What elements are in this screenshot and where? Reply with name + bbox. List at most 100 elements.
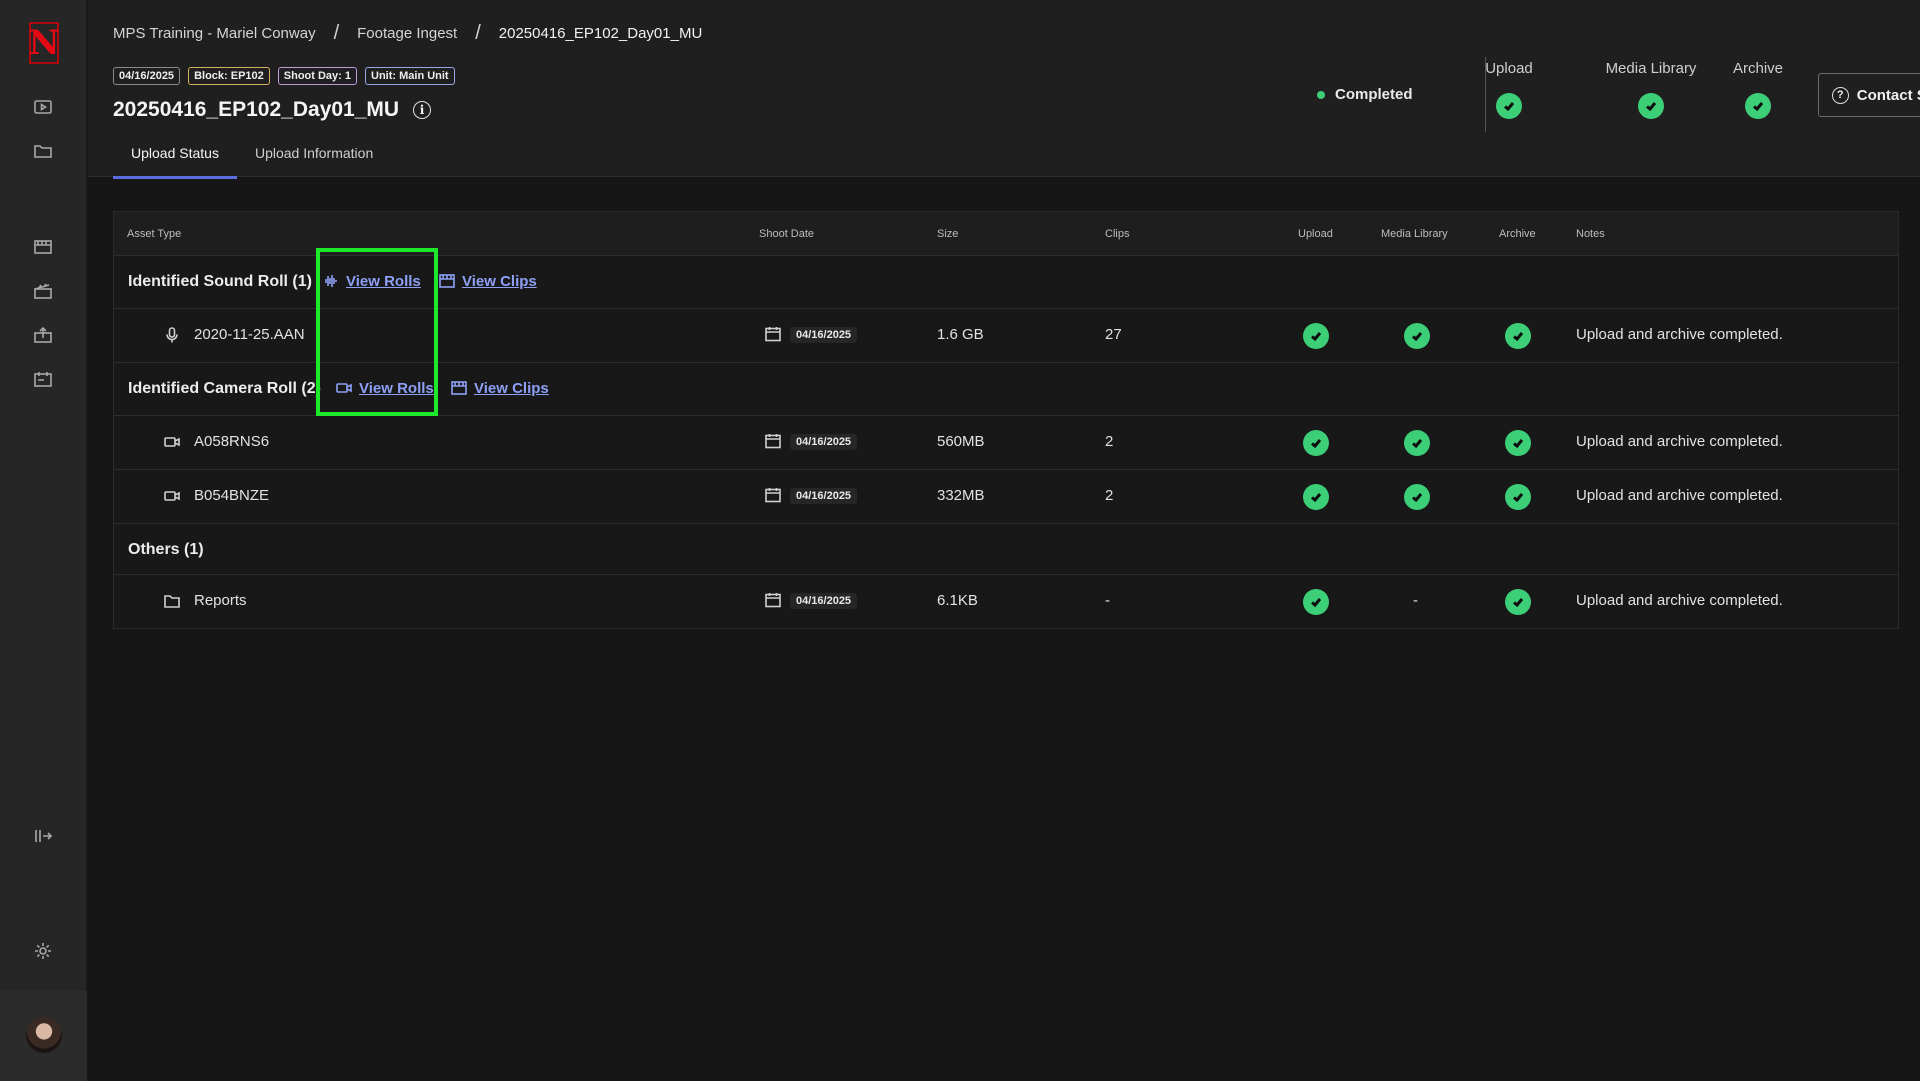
check-circle-icon: [1404, 323, 1430, 349]
sidebar: N: [0, 0, 87, 1081]
calendar-icon: [764, 591, 782, 614]
col-asset-type: Asset Type: [127, 228, 182, 240]
asset-name: Reports: [194, 592, 247, 609]
stage-archive-label: Archive: [1732, 60, 1784, 77]
tab-bar: Upload Status Upload Information: [113, 140, 391, 179]
date-tag: 04/16/2025: [113, 67, 181, 85]
asset-clips: 2: [1105, 487, 1114, 504]
check-circle-icon: [1505, 484, 1531, 510]
asset-name: A058RNS6: [194, 433, 270, 450]
group-label-others: Others (1): [128, 541, 204, 558]
view-clips-label: View Clips: [474, 379, 549, 397]
table-header: Asset Type Shoot Date Size Clips Upload …: [114, 212, 1898, 255]
page-title: 20250416_EP102_Day01_MU i: [113, 98, 432, 122]
folder-icon[interactable]: [32, 140, 54, 162]
table-row[interactable]: Reports 04/16/2025 6.1KB - - Upload and …: [114, 574, 1898, 628]
col-notes: Notes: [1576, 228, 1605, 240]
table-row[interactable]: 2020-11-25.AAN 04/16/2025 1.6 GB 27 Uplo…: [114, 308, 1898, 362]
netflix-logo[interactable]: N: [28, 22, 60, 64]
stage-media-library: Media Library: [1591, 60, 1711, 119]
microphone-icon: [163, 326, 183, 346]
status-label: Completed: [1335, 86, 1413, 103]
question-icon: ?: [1831, 86, 1849, 104]
metadata-tags: 04/16/2025 Block: EP102 Shoot Day: 1 Uni…: [113, 67, 455, 85]
asset-clips: -: [1105, 592, 1110, 609]
shoot-date-chip: 04/16/2025: [790, 488, 858, 504]
breadcrumb-project[interactable]: MPS Training - Mariel Conway: [113, 25, 316, 42]
shoot-date-chip: 04/16/2025: [790, 327, 858, 343]
view-rolls-sound-link[interactable]: View Rolls: [322, 272, 421, 290]
info-icon[interactable]: i: [413, 101, 432, 119]
play-square-icon[interactable]: [32, 96, 54, 118]
check-circle-icon: [1638, 93, 1664, 119]
group-row-sound: Identified Sound Roll (1) View Rolls Vie…: [114, 255, 1898, 308]
group-row-others: Others (1): [114, 523, 1898, 574]
col-shoot-date: Shoot Date: [759, 228, 815, 240]
check-circle-icon: [1505, 323, 1531, 349]
video-camera-icon: [336, 383, 352, 393]
table-row[interactable]: A058RNS6 04/16/2025 560MB 2 Upload and a…: [114, 415, 1898, 469]
user-panel: [0, 991, 87, 1081]
breadcrumb: MPS Training - Mariel Conway / Footage I…: [113, 22, 702, 45]
col-archive: Archive: [1499, 228, 1536, 240]
check-circle-icon: [1745, 93, 1771, 119]
view-rolls-label: View Rolls: [346, 272, 421, 290]
check-circle-icon: [1505, 589, 1531, 615]
check-circle-icon: [1303, 323, 1329, 349]
check-circle-icon: [1404, 430, 1430, 456]
breadcrumb-separator: /: [475, 22, 481, 44]
shoot-day-tag: Shoot Day: 1: [277, 67, 357, 85]
block-tag: Block: EP102: [188, 67, 270, 85]
calendar-icon: [764, 432, 782, 455]
stage-upload-label: Upload: [1485, 60, 1533, 77]
view-clips-camera-link[interactable]: View Clips: [450, 379, 549, 397]
asset-clips: 2: [1105, 433, 1114, 450]
assets-table: Asset Type Shoot Date Size Clips Upload …: [113, 211, 1899, 629]
shoot-date-chip: 04/16/2025: [790, 593, 858, 609]
tab-upload-information[interactable]: Upload Information: [237, 140, 391, 179]
table-row[interactable]: B054BNZE 04/16/2025 332MB 2 Upload and a…: [114, 469, 1898, 523]
film-icon[interactable]: [32, 236, 54, 258]
calendar-icon: [764, 325, 782, 348]
view-clips-sound-link[interactable]: View Clips: [438, 272, 537, 290]
stage-upload: Upload: [1434, 60, 1584, 119]
view-rolls-label: View Rolls: [359, 379, 434, 397]
shoot-date-chip: 04/16/2025: [790, 434, 858, 450]
group-label-sound: Identified Sound Roll (1): [128, 273, 312, 290]
camera-upload-icon[interactable]: [32, 324, 54, 346]
view-rolls-camera-link[interactable]: View Rolls: [335, 379, 434, 397]
group-row-camera: Identified Camera Roll (2) View Rolls Vi…: [114, 362, 1898, 415]
col-size: Size: [937, 228, 959, 240]
col-media-library: Media Library: [1381, 228, 1448, 240]
asset-notes: Upload and archive completed.: [1576, 592, 1783, 609]
check-circle-icon: [1404, 484, 1430, 510]
collapse-sidebar-icon[interactable]: [32, 825, 54, 847]
check-circle-icon: [1505, 430, 1531, 456]
asset-size: 1.6 GB: [937, 326, 984, 343]
check-circle-icon: [1303, 484, 1329, 510]
check-circle-icon: [1303, 589, 1329, 615]
film-strip-icon: [451, 381, 467, 395]
breadcrumb-current: 20250416_EP102_Day01_MU: [498, 25, 703, 42]
contact-support-button[interactable]: ? Contact Support: [1818, 73, 1920, 117]
gear-icon[interactable]: [32, 940, 54, 962]
asset-name: B054BNZE: [194, 487, 270, 504]
asset-notes: Upload and archive completed.: [1576, 433, 1783, 450]
breadcrumb-separator: /: [333, 22, 340, 44]
col-upload: Upload: [1298, 228, 1333, 240]
status-dot: [1317, 90, 1325, 99]
contact-support-label: Contact Support: [1856, 86, 1920, 104]
view-clips-label: View Clips: [462, 272, 537, 290]
tab-upload-status[interactable]: Upload Status: [113, 140, 237, 179]
stage-archive: Archive: [1698, 60, 1818, 119]
calendar-box-icon[interactable]: [32, 368, 54, 390]
check-circle-icon: [1303, 430, 1329, 456]
asset-size: 332MB: [937, 487, 985, 504]
asset-notes: Upload and archive completed.: [1576, 326, 1783, 343]
waveform-icon: [325, 275, 337, 287]
avatar[interactable]: [26, 1017, 62, 1053]
page-title-text: 20250416_EP102_Day01_MU: [113, 98, 400, 121]
check-circle-icon: [1496, 93, 1522, 119]
clapper-icon[interactable]: [32, 280, 54, 302]
breadcrumb-footage-ingest[interactable]: Footage Ingest: [357, 25, 457, 42]
